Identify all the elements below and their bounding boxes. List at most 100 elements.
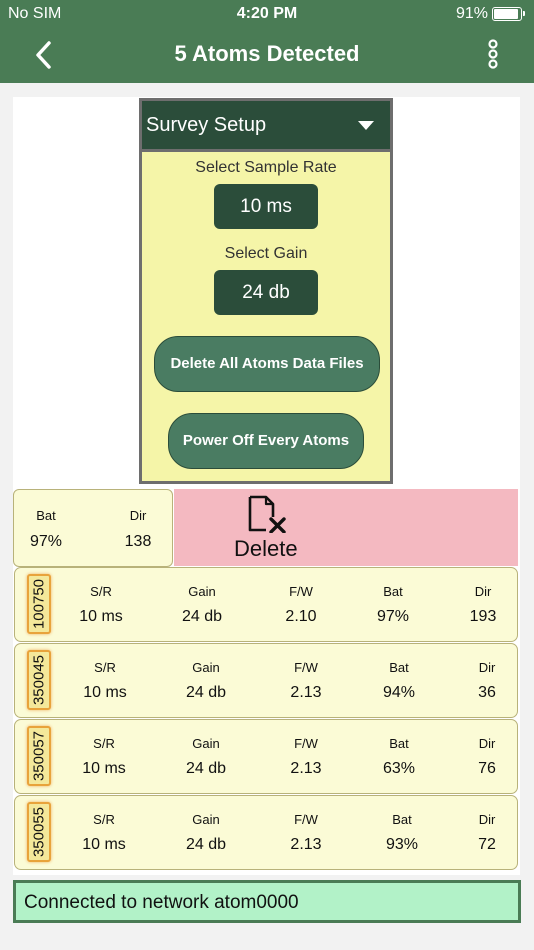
atom-id-badge: 100750 <box>27 574 51 634</box>
gain-header: Gain <box>192 660 220 675</box>
dir-field: Dir 72 <box>457 812 517 854</box>
fw-field: F/W 2.13 <box>276 660 336 702</box>
more-menu-button[interactable] <box>482 38 504 72</box>
bat-header: Bat <box>389 736 409 751</box>
gain-label: Select Gain <box>224 245 308 262</box>
dir-column: Dir 138 <box>116 508 160 551</box>
fw-value: 2.13 <box>290 760 322 777</box>
gain-value: 24 db <box>185 760 227 777</box>
sr-field: S/R 10 ms <box>74 736 134 778</box>
dir-value: 193 <box>469 608 497 625</box>
atom-id: 350045 <box>30 654 48 706</box>
dir-value: 72 <box>478 836 496 853</box>
sr-value: 10 ms <box>83 684 127 701</box>
app-header: No SIM 4:20 PM 91% 5 Atoms Detected <box>0 0 534 83</box>
survey-setup-dropdown[interactable]: Survey Setup <box>142 101 390 149</box>
bat-field: Bat 93% <box>372 812 432 854</box>
dropdown-label: Survey Setup <box>146 114 267 136</box>
bat-value: 97% <box>376 608 410 625</box>
more-vertical-icon <box>488 39 498 69</box>
clock: 4:20 PM <box>236 5 298 22</box>
sr-header: S/R <box>90 584 112 599</box>
gain-field: Gain 24 db <box>176 812 236 854</box>
gain-value: 24 db <box>185 836 227 853</box>
atom-row[interactable]: 350045 S/R 10 ms Gain 24 db F/W 2.13 Bat 94%… <box>14 643 518 718</box>
sr-header: S/R <box>93 736 115 751</box>
dir-header: Dir <box>129 508 147 523</box>
atom-id: 350055 <box>30 806 48 858</box>
sr-value: 10 ms <box>82 836 126 853</box>
dir-value: 36 <box>478 684 496 701</box>
atom-id-badge: 350045 <box>27 650 51 710</box>
bat-value: 63% <box>382 760 416 777</box>
gain-field: Gain 24 db <box>172 584 232 626</box>
sr-value: 10 ms <box>82 760 126 777</box>
dir-field: Dir 193 <box>453 584 513 626</box>
status-bar: No SIM 4:20 PM 91% <box>0 0 534 28</box>
bat-value: 97% <box>29 533 63 550</box>
swiped-row-remainder[interactable]: Bat 97% Dir 138 <box>13 489 173 567</box>
atom-row[interactable]: 350055 S/R 10 ms Gain 24 db F/W 2.13 Bat 93%… <box>14 795 518 870</box>
bat-header: Bat <box>36 508 56 523</box>
delete-all-files-button[interactable]: Delete All Atoms Data Files <box>154 336 380 392</box>
bat-header: Bat <box>389 660 409 675</box>
dir-value: 138 <box>124 533 152 550</box>
sr-field: S/R 10 ms <box>71 584 131 626</box>
fw-value: 2.13 <box>290 836 322 853</box>
gain-value: 24 db <box>185 684 227 701</box>
battery-percent: 91% <box>455 5 488 22</box>
dir-header: Dir <box>478 812 496 827</box>
sr-value: 10 ms <box>79 608 123 625</box>
gain-value: 24 db <box>181 608 223 625</box>
fw-value: 2.10 <box>285 608 317 625</box>
page-title: 5 Atoms Detected <box>174 41 360 66</box>
sr-field: S/R 10 ms <box>74 812 134 854</box>
bat-value: 93% <box>385 836 419 853</box>
gain-field: Gain 24 db <box>176 736 236 778</box>
bat-field: Bat 97% <box>363 584 423 626</box>
gain-field: Gain 24 db <box>176 660 236 702</box>
sample-rate-label: Select Sample Rate <box>195 159 337 176</box>
sr-header: S/R <box>93 812 115 827</box>
bat-field: Bat 63% <box>369 736 429 778</box>
fw-header: F/W <box>294 812 318 827</box>
atom-row[interactable]: 100750 S/R 10 ms Gain 24 db F/W 2.10 Bat 97%… <box>14 567 518 642</box>
gain-header: Gain <box>192 812 220 827</box>
bat-header: Bat <box>392 812 412 827</box>
delete-label: Delete <box>234 536 298 561</box>
gain-header: Gain <box>192 736 220 751</box>
dir-field: Dir 36 <box>457 660 517 702</box>
atom-id-badge: 350055 <box>27 802 51 862</box>
atom-id-badge: 350057 <box>27 726 51 786</box>
dir-header: Dir <box>478 660 496 675</box>
gain-selector[interactable]: 24 db <box>214 270 318 315</box>
atom-id: 350057 <box>30 730 48 782</box>
power-off-all-button[interactable]: Power Off Every Atoms <box>168 413 364 469</box>
fw-header: F/W <box>289 584 313 599</box>
bat-column: Bat 97% <box>24 508 68 551</box>
divider <box>142 149 390 152</box>
delete-file-icon <box>248 495 286 533</box>
fw-field: F/W 2.10 <box>271 584 331 626</box>
fw-header: F/W <box>294 660 318 675</box>
network-status-text: Connected to network atom0000 <box>24 892 299 913</box>
fw-field: F/W 2.13 <box>276 736 336 778</box>
dir-field: Dir 76 <box>457 736 517 778</box>
fw-field: F/W 2.13 <box>276 812 336 854</box>
battery-status: 91% <box>455 5 525 23</box>
atom-id: 100750 <box>30 578 48 630</box>
sr-header: S/R <box>94 660 116 675</box>
bat-value: 94% <box>382 684 416 701</box>
atom-row[interactable]: 350057 S/R 10 ms Gain 24 db F/W 2.13 Bat 63%… <box>14 719 518 794</box>
dir-header: Dir <box>478 736 496 751</box>
dir-header: Dir <box>474 584 492 599</box>
fw-value: 2.13 <box>290 684 322 701</box>
fw-header: F/W <box>294 736 318 751</box>
gain-header: Gain <box>188 584 216 599</box>
bat-field: Bat 94% <box>369 660 429 702</box>
bat-header: Bat <box>383 584 403 599</box>
sample-rate-selector[interactable]: 10 ms <box>214 184 318 229</box>
battery-icon <box>492 7 525 21</box>
sr-field: S/R 10 ms <box>75 660 135 702</box>
delete-swipe-action[interactable]: Delete <box>174 489 518 566</box>
